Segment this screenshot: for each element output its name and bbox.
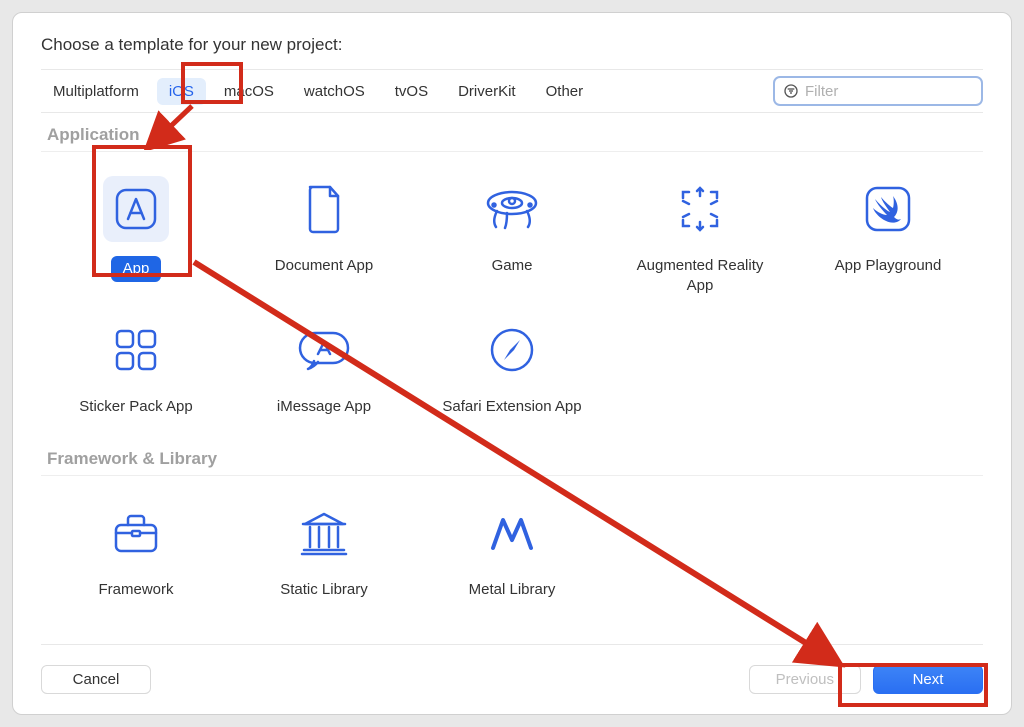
template-label: iMessage App: [277, 397, 371, 417]
previous-button: Previous: [749, 665, 861, 694]
section-header: Framework & Library: [41, 437, 983, 476]
framework-icon: [103, 500, 169, 566]
template-label: App: [111, 256, 162, 282]
ar-icon: [667, 176, 733, 242]
template-document-app[interactable]: Document App: [235, 170, 413, 301]
document-icon: [291, 176, 357, 242]
template-static-library[interactable]: Static Library: [235, 494, 413, 606]
template-label: Static Library: [280, 580, 368, 600]
sticker-icon: [103, 317, 169, 383]
platform-bar: MultiplatformiOSmacOSwatchOStvOSDriverKi…: [41, 69, 983, 113]
platform-tab-multiplatform[interactable]: Multiplatform: [41, 78, 151, 105]
filter-input[interactable]: [805, 83, 973, 100]
game-icon: [479, 176, 545, 242]
template-app-playground[interactable]: App Playground: [799, 170, 977, 301]
safari-icon: [479, 317, 545, 383]
template-sticker-pack-app[interactable]: Sticker Pack App: [47, 311, 225, 423]
sheet-title: Choose a template for your new project:: [41, 35, 983, 55]
platform-tab-ios[interactable]: iOS: [157, 78, 206, 105]
template-label: Game: [492, 256, 533, 276]
cancel-button[interactable]: Cancel: [41, 665, 151, 694]
app-icon: [103, 176, 169, 242]
template-label: Metal Library: [469, 580, 556, 600]
swift-icon: [855, 176, 921, 242]
template-imessage-app[interactable]: iMessage App: [235, 311, 413, 423]
platform-tab-other[interactable]: Other: [534, 78, 596, 105]
platform-tab-tvos[interactable]: tvOS: [383, 78, 440, 105]
filter-field[interactable]: [773, 76, 983, 106]
button-bar: Cancel Previous Next: [41, 645, 983, 694]
template-label: Sticker Pack App: [79, 397, 192, 417]
template-chooser-sheet: Choose a template for your new project: …: [12, 12, 1012, 715]
template-label: Safari Extension App: [442, 397, 581, 417]
template-label: Document App: [275, 256, 373, 276]
template-metal-library[interactable]: Metal Library: [423, 494, 601, 606]
template-framework[interactable]: Framework: [47, 494, 225, 606]
platform-tab-macos[interactable]: macOS: [212, 78, 286, 105]
section-header: Application: [41, 113, 983, 152]
filter-icon: [783, 82, 799, 100]
template-game[interactable]: Game: [423, 170, 601, 301]
next-button[interactable]: Next: [873, 665, 983, 694]
library-icon: [291, 500, 357, 566]
template-label: Framework: [98, 580, 173, 600]
metal-icon: [479, 500, 545, 566]
template-label: App Playground: [835, 256, 942, 276]
template-grid: Framework Static Library Metal Library: [41, 476, 983, 620]
platform-tab-watchos[interactable]: watchOS: [292, 78, 377, 105]
template-safari-extension-app[interactable]: Safari Extension App: [423, 311, 601, 423]
template-app[interactable]: App: [47, 170, 225, 301]
template-label: Augmented Reality App: [625, 256, 775, 295]
platform-tabs: MultiplatformiOSmacOSwatchOStvOSDriverKi…: [41, 78, 769, 105]
template-grid: App Document App Game: [41, 152, 983, 437]
template-scroll-area[interactable]: Application App Document App Game: [41, 113, 983, 645]
imessage-icon: [291, 317, 357, 383]
template-augmented-reality-app[interactable]: Augmented Reality App: [611, 170, 789, 301]
platform-tab-driverkit[interactable]: DriverKit: [446, 78, 528, 105]
